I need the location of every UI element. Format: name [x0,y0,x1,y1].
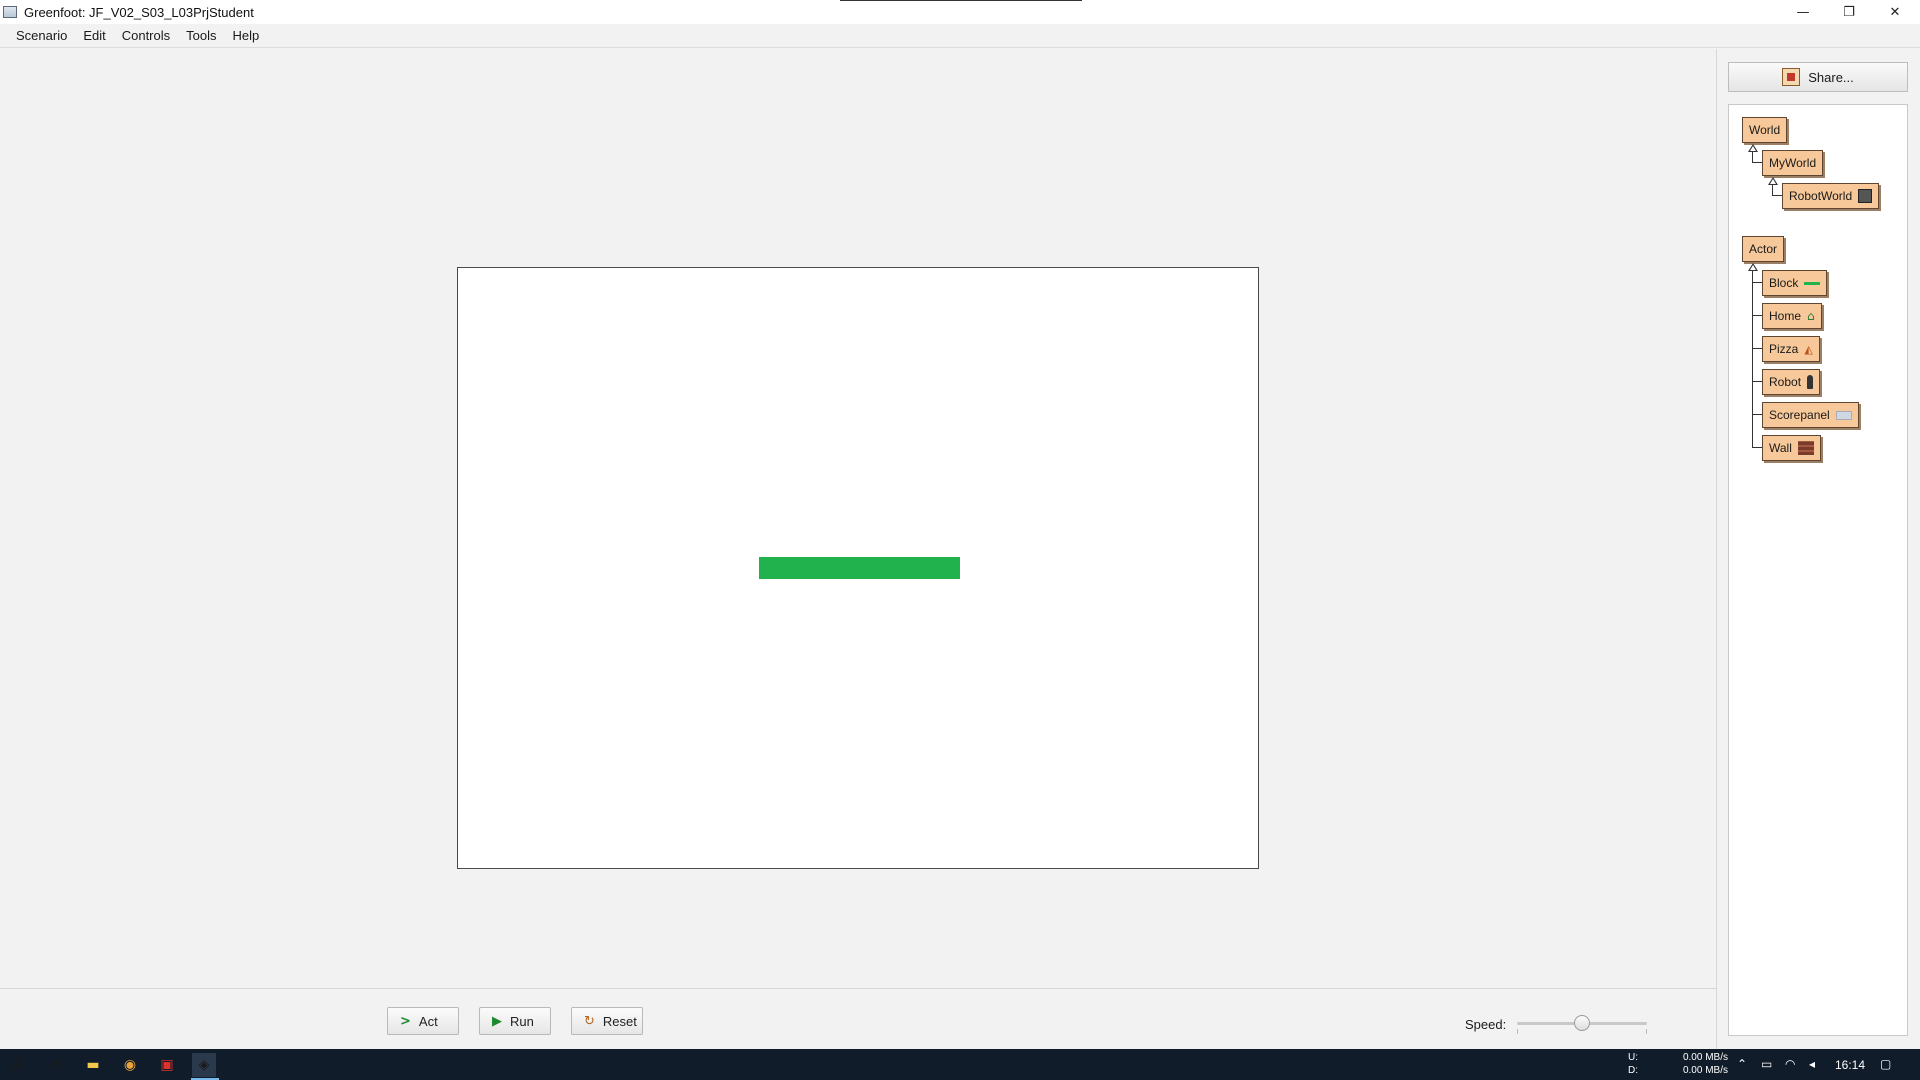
inheritance-line [1752,271,1753,448]
act-button[interactable]: > Act [387,1007,459,1035]
title-bar: Greenfoot: JF_V02_S03_L03PrjStudent [0,0,1920,24]
inheritance-line [1752,282,1762,283]
class-wall-label: Wall [1769,441,1792,455]
robot-image-icon [1807,375,1814,389]
scorepanel-image-icon [1835,410,1852,420]
net-up-value: 0.00 MB/s [1682,1052,1728,1063]
volume-icon[interactable]: ◂ [1809,1057,1815,1071]
robotworld-image-icon [1858,189,1873,203]
minimize-button[interactable]: — [1780,0,1826,24]
menu-controls[interactable]: Controls [114,28,178,43]
home-image-icon: ⌂ [1807,309,1815,323]
speed-slider-thumb[interactable] [1574,1015,1590,1031]
close-button[interactable]: ✕ [1872,0,1918,24]
class-block[interactable]: Block [1762,270,1828,296]
inheritance-arrow-icon [1748,263,1758,271]
menu-tools[interactable]: Tools [178,28,224,43]
clock-time[interactable]: 16:14 [1835,1058,1865,1072]
class-world[interactable]: World [1742,117,1788,143]
class-wall[interactable]: Wall [1762,435,1821,461]
wifi-icon[interactable]: ◠ [1785,1057,1795,1071]
inheritance-line [1752,447,1762,448]
class-actor[interactable]: Actor [1742,236,1785,262]
menu-edit[interactable]: Edit [75,28,113,43]
share-label: Share... [1808,69,1854,85]
inheritance-line [1772,195,1782,196]
class-scorepanel[interactable]: Scorepanel [1762,402,1859,428]
menu-bar: Scenario Edit Controls Tools Help [0,24,1920,48]
net-up-label: U: [1628,1052,1638,1063]
inheritance-line [1752,162,1762,163]
inheritance-line [1752,348,1762,349]
inheritance-line [1752,414,1762,415]
class-scorepanel-label: Scorepanel [1769,408,1830,422]
title-bar-divider [840,0,1082,1]
share-button[interactable]: Share... [1728,62,1908,92]
speed-label: Speed: [1465,1017,1507,1032]
pizza-image-icon: ◭ [1804,342,1813,356]
class-myworld-label: MyWorld [1769,156,1817,170]
inheritance-arrow-icon [1768,177,1778,185]
block-actor[interactable] [759,557,960,579]
file-explorer-icon[interactable]: ▬ [81,1053,105,1077]
inheritance-arrow-icon [1748,144,1758,152]
battery-icon[interactable]: ▭ [1761,1057,1772,1071]
class-robotworld[interactable]: RobotWorld [1782,183,1880,209]
greenfoot-app-icon [3,6,17,18]
reset-icon: ↻ [584,1013,595,1029]
restore-button[interactable]: ❐ [1826,0,1872,24]
greenfoot-taskbar-icon[interactable]: ◈ [192,1053,216,1077]
act-label: Act [418,1013,438,1029]
reset-button[interactable]: ↻ Reset [571,1007,643,1035]
world-area [0,49,1716,987]
class-home-label: Home [1769,309,1802,323]
class-home[interactable]: Home ⌂ [1762,303,1822,329]
class-myworld[interactable]: MyWorld [1762,150,1824,176]
class-pizza-label: Pizza [1769,342,1799,356]
reset-label: Reset [602,1013,637,1029]
step-arrow-icon: > [400,1013,411,1029]
block-image-icon [1804,281,1821,285]
world-canvas[interactable] [457,267,1259,869]
panel-divider [1716,49,1717,1049]
run-button[interactable]: ▶ Run [479,1007,551,1035]
net-down-value: 0.00 MB/s [1682,1065,1728,1076]
net-down-label: D: [1628,1065,1638,1076]
chrome-icon[interactable]: ◉ [118,1053,142,1077]
controls-divider [0,988,1716,989]
run-label: Run [510,1013,534,1029]
inheritance-line [1752,315,1762,316]
class-robot[interactable]: Robot [1762,369,1821,395]
menu-help[interactable]: Help [225,28,268,43]
class-robot-label: Robot [1769,375,1802,389]
acrobat-icon[interactable]: ▣ [155,1053,179,1077]
class-world-label: World [1749,123,1781,137]
wall-image-icon [1797,441,1814,455]
window-title: Greenfoot: JF_V02_S03_L03PrjStudent [24,4,254,20]
menu-scenario[interactable]: Scenario [8,28,75,43]
notifications-icon[interactable]: ▢ [1880,1057,1891,1071]
windows-start-icon[interactable]: ⊞ [5,1053,29,1077]
class-actor-label: Actor [1749,242,1778,256]
inheritance-line [1752,381,1762,382]
class-robotworld-label: RobotWorld [1789,189,1853,203]
tray-chevron-icon[interactable]: ⌃ [1737,1057,1747,1071]
share-icon [1782,68,1801,86]
security-shield-icon[interactable]: ⛨ [44,1053,68,1077]
class-block-label: Block [1769,276,1799,290]
class-pizza[interactable]: Pizza ◭ [1762,336,1820,362]
play-icon: ▶ [492,1013,502,1029]
